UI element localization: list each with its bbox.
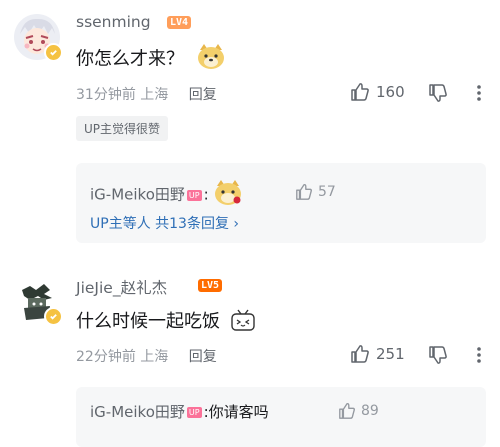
up-liked-tag: UP主觉得很赞 <box>76 116 169 141</box>
view-more-replies-link[interactable]: UP主等人 共13条回复 › <box>90 213 239 233</box>
avatar[interactable] <box>14 14 63 62</box>
comment-time: 22分钟前 <box>76 349 136 365</box>
like-button[interactable]: 160 <box>350 82 405 102</box>
avatar[interactable] <box>14 278 63 326</box>
sub-like-button[interactable]: 89 <box>338 402 379 420</box>
sub-reply: iG-Meiko田野 UP: <box>90 180 243 210</box>
sub-reply-author[interactable]: iG-Meiko田野 <box>90 403 185 421</box>
sub-reply-box: iG-Meiko田野 UP: 57 UP主等人 共13条回复 › <box>76 163 486 243</box>
verified-badge-icon <box>44 43 63 62</box>
verified-badge-icon <box>44 307 63 326</box>
sub-like-button[interactable]: 57 <box>295 183 336 201</box>
sub-reply-text: 你请客吗 <box>208 403 269 421</box>
thumb-up-icon <box>296 184 312 200</box>
sub-reply-box: iG-Meiko田野 UP:你请客吗 89 <box>76 387 486 447</box>
doge-emoji-icon <box>196 44 226 75</box>
thumb-up-icon <box>351 83 369 101</box>
comment-item: ssenming LV4 你怎么才来？ 31分钟前 上海 回复 160 UP主觉… <box>0 0 500 250</box>
level-badge: LV5 <box>198 279 223 292</box>
sub-reply-author[interactable]: iG-Meiko田野 <box>90 186 185 204</box>
tv-smile-emoji-icon <box>230 308 256 337</box>
dislike-button[interactable] <box>428 345 448 369</box>
comment-text: 什么时候一起吃饭 <box>76 307 256 337</box>
dislike-button[interactable] <box>428 83 448 107</box>
reply-button[interactable]: 回复 <box>189 349 217 365</box>
up-badge: UP <box>186 407 202 418</box>
sub-reply: iG-Meiko田野 UP:你请客吗 <box>90 401 269 422</box>
thumb-up-icon <box>351 345 369 363</box>
comment-meta: 31分钟前 上海 回复 <box>76 84 217 104</box>
comment-location: 上海 <box>140 349 169 365</box>
like-count: 160 <box>376 83 405 101</box>
comment-username[interactable]: ssenming <box>76 13 151 31</box>
more-options-icon[interactable] <box>476 84 482 106</box>
reply-button[interactable]: 回复 <box>189 87 217 103</box>
comment-meta: 22分钟前 上海 回复 <box>76 346 217 366</box>
sub-like-count: 57 <box>318 184 336 200</box>
thumb-down-icon <box>429 346 447 364</box>
level-badge: LV4 <box>167 16 192 29</box>
comment-time: 31分钟前 <box>76 87 136 103</box>
like-count: 251 <box>376 345 405 363</box>
doge-rose-emoji-icon <box>213 180 243 210</box>
comment-username[interactable]: JieJie_赵礼杰 <box>76 276 167 298</box>
sub-reply-separator: : <box>203 185 209 204</box>
comment-text: 你怎么才来？ <box>76 44 226 75</box>
comment-location: 上海 <box>140 87 169 103</box>
up-badge: UP <box>186 189 202 201</box>
sub-like-count: 89 <box>361 403 379 419</box>
like-button[interactable]: 251 <box>350 344 405 364</box>
thumb-up-icon <box>339 403 355 419</box>
more-options-icon[interactable] <box>476 346 482 368</box>
thumb-down-icon <box>429 84 447 102</box>
comment-item: JieJie_赵礼杰 LV5 什么时候一起吃饭 22分钟前 上海 回复 251 <box>0 250 500 447</box>
